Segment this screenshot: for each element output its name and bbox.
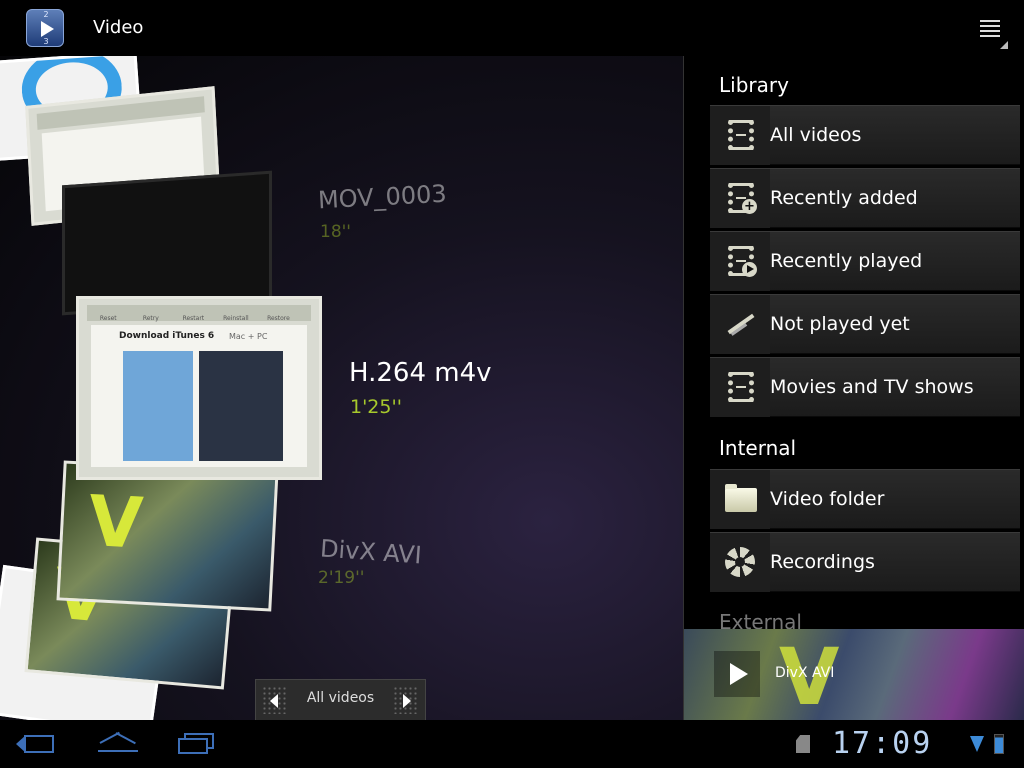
carousel-item-title-selected[interactable]: H.264 m4v bbox=[349, 358, 492, 388]
now-playing-bar[interactable]: V DivX AVI bbox=[684, 629, 1024, 720]
video-app-icon[interactable]: 2 3 bbox=[26, 9, 64, 47]
not-played-icon bbox=[710, 295, 770, 354]
nav-item-all-videos[interactable]: All videos bbox=[710, 105, 1020, 165]
overflow-menu-icon[interactable] bbox=[980, 18, 1008, 49]
thumbnail-card-divx[interactable]: V bbox=[56, 460, 279, 612]
section-title-internal: Internal bbox=[719, 436, 797, 460]
nav-item-recently-played[interactable]: Recently played bbox=[710, 231, 1020, 291]
thumbnail-tabs: Reset Retry Restart Reinstall Restore bbox=[87, 305, 311, 322]
thumbnail-image bbox=[123, 351, 193, 461]
carousel-item-duration: 2'19'' bbox=[318, 568, 365, 588]
film-icon bbox=[728, 372, 754, 402]
signal-icon bbox=[970, 736, 984, 752]
nav-item-label: Recently played bbox=[770, 250, 923, 272]
app-title: Video bbox=[93, 17, 144, 38]
chevron-right-icon[interactable] bbox=[403, 694, 411, 708]
thumbnail-subheading: Mac + PC bbox=[229, 332, 268, 341]
home-icon[interactable] bbox=[98, 731, 138, 756]
carousel-item-title[interactable]: MOV_0003 bbox=[317, 180, 447, 215]
nav-item-label: Video folder bbox=[770, 488, 885, 510]
aperture-icon bbox=[725, 547, 755, 577]
carousel-nav-bar: All videos bbox=[255, 679, 426, 720]
plus-badge-icon: + bbox=[742, 199, 757, 214]
battery-icon bbox=[994, 734, 1004, 754]
nav-item-video-folder[interactable]: Video folder bbox=[710, 469, 1020, 529]
nav-item-label: Movies and TV shows bbox=[770, 376, 974, 398]
now-playing-title: DivX AVI bbox=[775, 665, 835, 681]
section-title-library: Library bbox=[719, 73, 789, 97]
recent-apps-icon[interactable] bbox=[178, 733, 216, 755]
play-badge-icon bbox=[742, 262, 757, 277]
back-icon[interactable] bbox=[16, 735, 56, 753]
nav-item-label: Recently added bbox=[770, 187, 918, 209]
nav-item-recordings[interactable]: Recordings bbox=[710, 532, 1020, 592]
nav-item-label: All videos bbox=[770, 124, 862, 146]
carousel-item-title[interactable]: DivX AVI bbox=[319, 534, 423, 569]
video-carousel[interactable]: V V ResetRetryRestartReinstallRestore Do… bbox=[0, 56, 683, 720]
thumbnail-card-mov[interactable] bbox=[62, 170, 272, 316]
nav-item-label: Recordings bbox=[770, 551, 875, 573]
nav-item-movies-tv[interactable]: Movies and TV shows bbox=[710, 357, 1020, 417]
action-bar: 2 3 Video bbox=[0, 0, 1024, 56]
status-clock[interactable]: 17:09 bbox=[832, 726, 932, 761]
thumbnail-image: V bbox=[86, 479, 145, 565]
carousel-item-duration-selected: 1'25'' bbox=[350, 396, 402, 418]
film-icon bbox=[728, 120, 754, 150]
carousel-item-duration: 18'' bbox=[320, 222, 351, 242]
thumbnail-card-selected[interactable]: Reset Retry Restart Reinstall Restore Downlo… bbox=[76, 296, 322, 480]
nav-item-recently-added[interactable]: + Recently added bbox=[710, 168, 1020, 228]
section-title-external: External bbox=[719, 610, 802, 629]
thumbnail-heading: Download iTunes 6 bbox=[119, 331, 215, 341]
reel-label-bottom: 3 bbox=[43, 37, 49, 46]
library-panel[interactable]: Library All videos + Recently added Rece… bbox=[684, 56, 1024, 629]
play-icon[interactable] bbox=[714, 651, 760, 697]
nav-item-label: Not played yet bbox=[770, 313, 910, 335]
thumbnail-image bbox=[199, 351, 283, 461]
folder-icon bbox=[725, 484, 757, 512]
reel-label-top: 2 bbox=[43, 10, 49, 19]
nav-item-not-played-yet[interactable]: Not played yet bbox=[710, 294, 1020, 354]
play-triangle bbox=[41, 21, 54, 37]
